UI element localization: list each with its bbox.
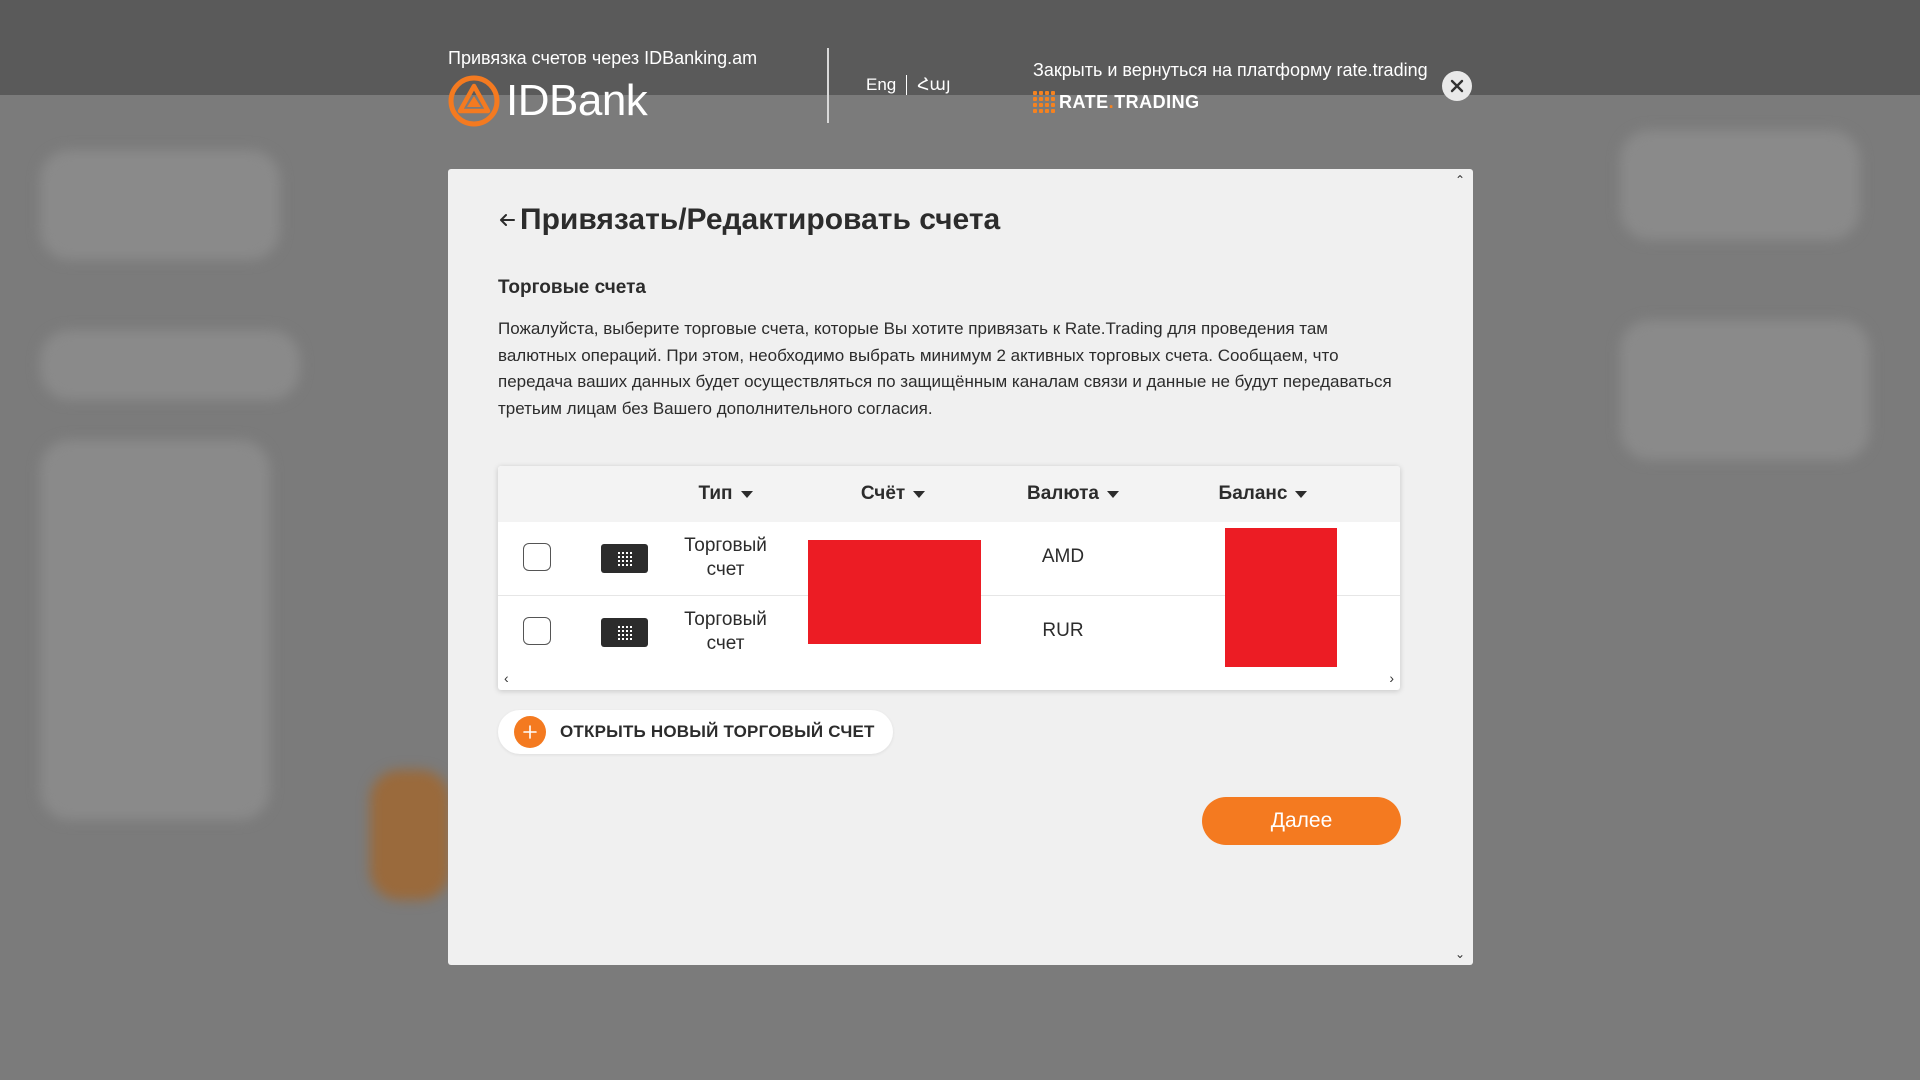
plus-icon <box>514 716 546 748</box>
title-row: Привязать/Редактировать счета <box>498 203 1000 237</box>
account-currency: AMD <box>1041 546 1085 567</box>
sort-caret-icon <box>1106 490 1119 498</box>
section-title: Торговые счета <box>498 277 646 298</box>
language-switcher: Eng Հայ <box>866 75 951 95</box>
header-divider <box>827 48 829 123</box>
description-text: Пожалуйста, выберите торговые счета, кот… <box>498 319 1392 418</box>
rate-trading-wordmark: RATE.TRADING <box>1059 91 1200 112</box>
close-icon <box>1450 79 1464 93</box>
idbank-logo: IDBank <box>448 75 757 127</box>
link-accounts-modal: ⌃ Привязать/Редактировать счета Торговые… <box>448 169 1473 965</box>
return-to-platform-link[interactable]: Закрыть и вернуться на платформу rate.tr… <box>1033 60 1428 81</box>
header-left: Привязка счетов через IDBanking.am IDBan… <box>448 48 757 127</box>
column-header-balance[interactable]: Баланс <box>1188 466 1338 522</box>
rate-trading-dots-icon <box>1033 91 1055 113</box>
close-button[interactable] <box>1442 71 1472 101</box>
account-currency: RUR <box>1042 620 1084 641</box>
lang-separator <box>906 75 908 95</box>
column-header-type[interactable]: Тип <box>658 466 793 522</box>
accounts-table: Тип Счёт Валюта Баланс Торговый счет AMD <box>498 466 1400 690</box>
lang-hy[interactable]: Հայ <box>917 75 950 95</box>
column-header-currency[interactable]: Валюта <box>998 466 1148 522</box>
back-arrow-icon[interactable] <box>498 211 516 229</box>
header-caption: Привязка счетов через IDBanking.am <box>448 48 758 68</box>
scroll-down-arrow-icon[interactable]: ⌄ <box>1453 947 1467 961</box>
scroll-right-arrow-icon[interactable]: › <box>1389 670 1394 686</box>
idbank-logo-icon <box>448 75 500 127</box>
redacted-balances <box>1225 528 1337 667</box>
sort-caret-icon <box>740 490 753 498</box>
trading-account-icon <box>601 544 648 573</box>
next-button[interactable]: Далее <box>1202 797 1401 845</box>
row-checkbox[interactable] <box>523 617 551 645</box>
header-right: Закрыть и вернуться на платформу rate.tr… <box>1033 60 1428 113</box>
trading-account-icon <box>601 618 648 647</box>
lang-eng[interactable]: Eng <box>866 75 896 95</box>
table-header: Тип Счёт Валюта Баланс <box>498 466 1400 522</box>
idbank-wordmark: IDBank <box>506 76 648 125</box>
sort-caret-icon <box>1295 490 1308 498</box>
scroll-up-arrow-icon[interactable]: ⌃ <box>1453 173 1467 187</box>
row-checkbox[interactable] <box>523 543 551 571</box>
account-type: Торговый счет <box>684 535 767 580</box>
open-new-account-button[interactable]: ОТКРЫТЬ НОВЫЙ ТОРГОВЫЙ СЧЕТ <box>498 710 893 754</box>
open-new-account-label: ОТКРЫТЬ НОВЫЙ ТОРГОВЫЙ СЧЕТ <box>560 722 875 741</box>
rate-trading-logo: RATE.TRADING <box>1033 91 1428 113</box>
account-type: Торговый счет <box>684 609 767 654</box>
sort-caret-icon <box>913 490 926 498</box>
column-header-account[interactable]: Счёт <box>818 466 968 522</box>
redacted-account-numbers <box>808 540 981 644</box>
page-title: Привязать/Редактировать счета <box>520 203 1001 236</box>
scroll-left-arrow-icon[interactable]: ‹ <box>504 670 509 686</box>
